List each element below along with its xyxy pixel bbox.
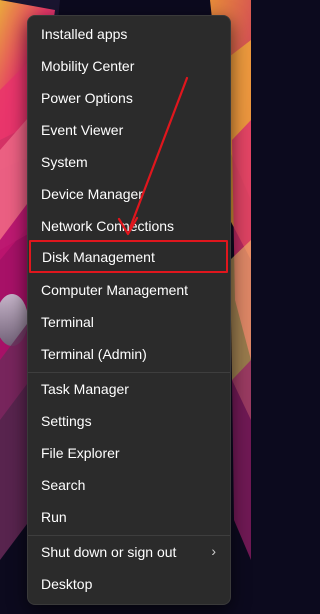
menu-item-network-connections[interactable]: Network Connections [32,211,226,241]
menu-item-label: Terminal (Admin) [41,346,147,362]
menu-item-disk-management[interactable]: Disk Management [29,240,228,273]
menu-item-label: Mobility Center [41,58,135,74]
menu-item-label: Search [41,477,86,493]
menu-item-terminal-admin[interactable]: Terminal (Admin) [32,339,226,369]
menu-item-label: Network Connections [41,218,175,234]
chevron-right-icon: › [211,543,216,559]
menu-item-run[interactable]: Run [32,502,226,532]
menu-item-settings[interactable]: Settings [32,406,226,436]
menu-item-system[interactable]: System [32,147,226,177]
menu-item-installed-apps[interactable]: Installed apps [32,19,226,49]
menu-item-label: Computer Management [41,282,189,298]
menu-item-power-options[interactable]: Power Options [32,83,226,113]
menu-item-label: System [41,154,88,170]
menu-item-label: Installed apps [41,26,128,42]
menu-item-label: Event Viewer [41,122,124,138]
menu-item-label: Shut down or sign out [41,544,177,560]
menu-item-task-manager[interactable]: Task Manager [32,374,226,404]
menu-separator [28,535,230,536]
menu-item-label: Power Options [41,90,133,106]
menu-item-label: Disk Management [42,249,155,265]
menu-item-terminal[interactable]: Terminal [32,307,226,337]
menu-item-label: Device Manager [41,186,143,202]
menu-separator [28,372,230,373]
menu-item-label: Desktop [41,576,93,592]
menu-item-file-explorer[interactable]: File Explorer [32,438,226,468]
quick-link-menu: Installed apps Mobility Center Power Opt… [27,15,231,605]
menu-item-search[interactable]: Search [32,470,226,500]
menu-item-shut-down-or-sign-out[interactable]: Shut down or sign out › [32,537,226,567]
menu-item-computer-management[interactable]: Computer Management [32,275,226,305]
menu-item-mobility-center[interactable]: Mobility Center [32,51,226,81]
menu-item-label: Settings [41,413,92,429]
menu-item-label: Terminal [41,314,94,330]
menu-item-label: Run [41,509,67,525]
menu-item-label: File Explorer [41,445,120,461]
menu-item-device-manager[interactable]: Device Manager [32,179,226,209]
menu-item-event-viewer[interactable]: Event Viewer [32,115,226,145]
menu-item-label: Task Manager [41,381,129,397]
menu-item-desktop[interactable]: Desktop [32,569,226,599]
